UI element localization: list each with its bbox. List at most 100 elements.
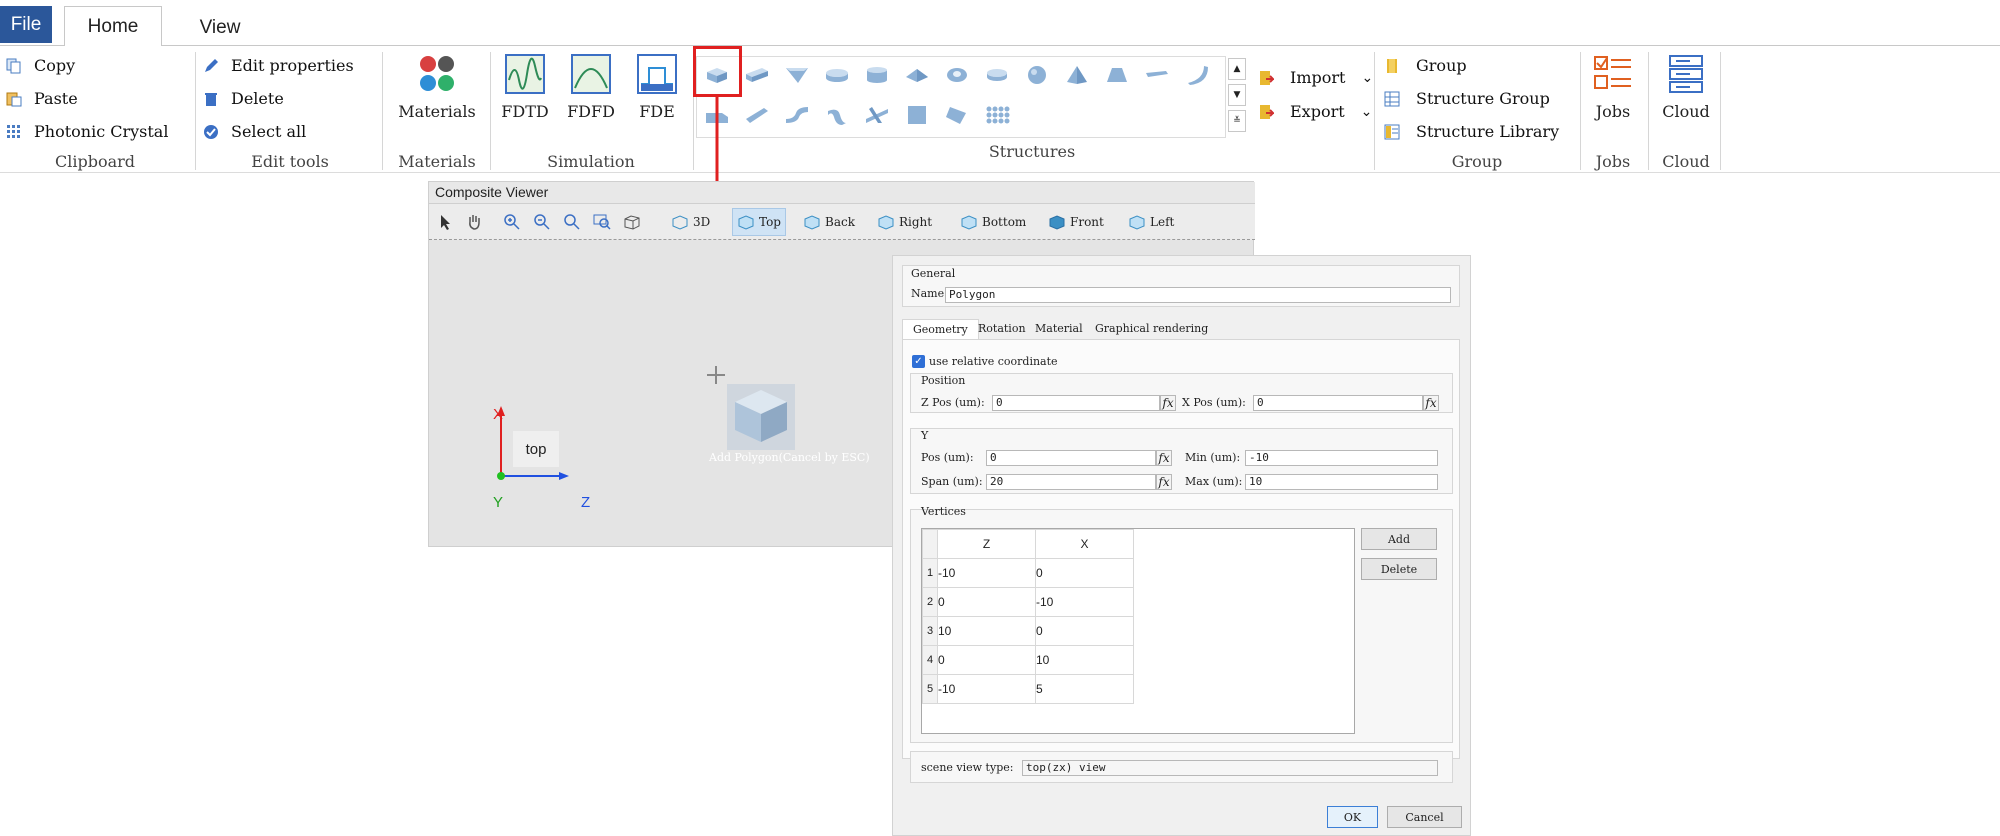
zpos-fx-button[interactable]: fx — [1160, 395, 1176, 411]
slab-structure-icon[interactable] — [744, 65, 770, 85]
row-number: 4 — [922, 645, 938, 675]
pyramid-structure-icon[interactable] — [1064, 65, 1090, 85]
cancel-button[interactable]: Cancel — [1387, 806, 1462, 828]
fdtd-button[interactable]: FDTD — [500, 54, 550, 121]
structure-library-button[interactable]: Structure Library — [1384, 122, 1559, 141]
vertex-z-cell[interactable]: -10 — [937, 674, 1036, 704]
vertex-x-cell[interactable]: -10 — [1035, 587, 1134, 617]
fdtd-icon — [505, 54, 545, 94]
s-bend-structure-icon[interactable] — [784, 105, 810, 125]
structure-library-icon — [1384, 124, 1400, 139]
view-top-button[interactable]: Top — [732, 208, 786, 236]
table-row[interactable]: 3 10 0 — [922, 616, 1134, 646]
tab-material[interactable]: Material — [1025, 319, 1093, 339]
vertex-x-cell[interactable]: 10 — [1035, 645, 1134, 675]
jobs-button[interactable]: Jobs — [1588, 54, 1638, 121]
vertex-x-cell[interactable]: 0 — [1035, 616, 1134, 646]
span-fx-button[interactable]: fx — [1156, 474, 1172, 490]
xpos-fx-button[interactable]: fx — [1423, 395, 1439, 411]
table-row[interactable]: 2 0 -10 — [922, 587, 1134, 617]
vertex-x-cell[interactable]: 0 — [1035, 558, 1134, 588]
diamond-structure-icon[interactable] — [944, 105, 970, 125]
table-row[interactable]: 5 -10 5 — [922, 674, 1134, 704]
delete-vertex-button[interactable]: Delete — [1361, 558, 1437, 580]
vertex-z-cell[interactable]: 0 — [937, 645, 1036, 675]
fdfd-button[interactable]: FDFD — [566, 54, 616, 121]
view-3d-button[interactable]: 3D — [667, 208, 714, 236]
ring-structure-icon[interactable] — [944, 65, 970, 85]
group-button[interactable]: Group — [1384, 56, 1467, 75]
file-tab[interactable]: File — [0, 6, 52, 43]
cone-structure-icon[interactable] — [1104, 65, 1130, 85]
add-vertex-button[interactable]: Add — [1361, 528, 1437, 550]
array-structure-icon[interactable] — [984, 105, 1010, 125]
delete-button[interactable]: Delete — [203, 89, 284, 108]
crossing-structure-icon[interactable] — [864, 105, 890, 125]
view-back-button[interactable]: Back — [799, 208, 859, 236]
arc-structure-icon[interactable] — [1184, 65, 1210, 85]
vertex-x-cell[interactable]: 5 — [1035, 674, 1134, 704]
taper-structure-icon[interactable] — [744, 105, 770, 125]
sphere-structure-icon[interactable] — [1024, 65, 1050, 85]
wedge-structure-icon[interactable] — [784, 65, 810, 85]
paste-button[interactable]: Paste — [6, 89, 78, 108]
cylinder-structure-icon[interactable] — [864, 65, 890, 85]
ok-button[interactable]: OK — [1327, 806, 1378, 828]
xpos-input[interactable]: 0 — [1253, 395, 1423, 411]
zoom-fit-icon[interactable] — [563, 213, 581, 231]
edit-tools-group-label: Edit tools — [251, 152, 329, 171]
waveguide-structure-icon[interactable] — [1144, 65, 1170, 85]
cloud-button[interactable]: Cloud — [1656, 54, 1716, 121]
view-tab[interactable]: View — [170, 6, 270, 43]
name-input[interactable]: Polygon — [945, 287, 1451, 303]
view-front-button[interactable]: Front — [1044, 208, 1108, 236]
vertices-table[interactable]: ZX 1 -10 0 2 0 -10 3 10 0 4 0 10 5 -10 5 — [921, 528, 1355, 734]
span-input[interactable]: 20 — [986, 474, 1156, 490]
export-button[interactable]: Export ⌄ — [1258, 102, 1372, 121]
zoom-region-icon[interactable] — [593, 213, 611, 231]
disk-structure-icon[interactable] — [984, 65, 1010, 85]
view-right-button[interactable]: Right — [873, 208, 936, 236]
gallery-scroll-down-button[interactable]: ▼ — [1228, 84, 1246, 106]
table-row[interactable]: 1 -10 0 — [922, 558, 1134, 588]
zpos-input[interactable]: 0 — [992, 395, 1160, 411]
table-row[interactable]: 4 0 10 — [922, 645, 1134, 675]
structure-group-button[interactable]: Structure Group — [1384, 89, 1550, 108]
curve-structure-icon[interactable] — [824, 105, 850, 125]
paste-label: Paste — [34, 89, 78, 108]
cylinder-flat-icon[interactable] — [824, 65, 850, 85]
import-button[interactable]: Import ⌄ — [1258, 68, 1373, 87]
gallery-scroll-up-button[interactable]: ▲ — [1228, 58, 1246, 80]
select-all-button[interactable]: Select all — [203, 122, 306, 141]
max-input[interactable]: 10 — [1245, 474, 1438, 490]
vertex-z-cell[interactable]: 10 — [937, 616, 1036, 646]
pos-fx-button[interactable]: fx — [1156, 450, 1172, 466]
square-structure-icon[interactable] — [904, 105, 930, 125]
hand-icon[interactable] — [465, 213, 483, 231]
edit-properties-button[interactable]: Edit properties — [203, 56, 354, 75]
relative-coordinate-checkbox[interactable]: ✓ — [912, 355, 925, 368]
row-number: 5 — [922, 674, 938, 704]
wireframe-cube-icon[interactable] — [623, 213, 641, 231]
pos-input[interactable]: 0 — [986, 450, 1156, 466]
zoom-in-icon[interactable] — [503, 213, 521, 231]
column-header-z[interactable]: Z — [937, 529, 1036, 559]
column-header-x[interactable]: X — [1035, 529, 1134, 559]
min-input[interactable]: -10 — [1245, 450, 1438, 466]
copy-button[interactable]: Copy — [6, 56, 75, 75]
divider — [1648, 52, 1649, 170]
vertex-z-cell[interactable]: -10 — [937, 558, 1036, 588]
view-left-button[interactable]: Left — [1124, 208, 1178, 236]
pointer-icon[interactable] — [437, 213, 455, 231]
home-tab[interactable]: Home — [64, 6, 162, 46]
view-bottom-button[interactable]: Bottom — [956, 208, 1030, 236]
zoom-out-icon[interactable] — [533, 213, 551, 231]
pyramid-flat-icon[interactable] — [904, 65, 930, 85]
vertex-z-cell[interactable]: 0 — [937, 587, 1036, 617]
gallery-expand-button[interactable]: ≚ — [1228, 110, 1246, 132]
fde-button[interactable]: FDE — [632, 54, 682, 121]
min-label: Min (um): — [1185, 451, 1241, 464]
tab-graphical-rendering[interactable]: Graphical rendering — [1085, 319, 1218, 339]
materials-button[interactable]: Materials — [392, 54, 482, 121]
photonic-crystal-button[interactable]: Photonic Crystal — [6, 122, 168, 141]
